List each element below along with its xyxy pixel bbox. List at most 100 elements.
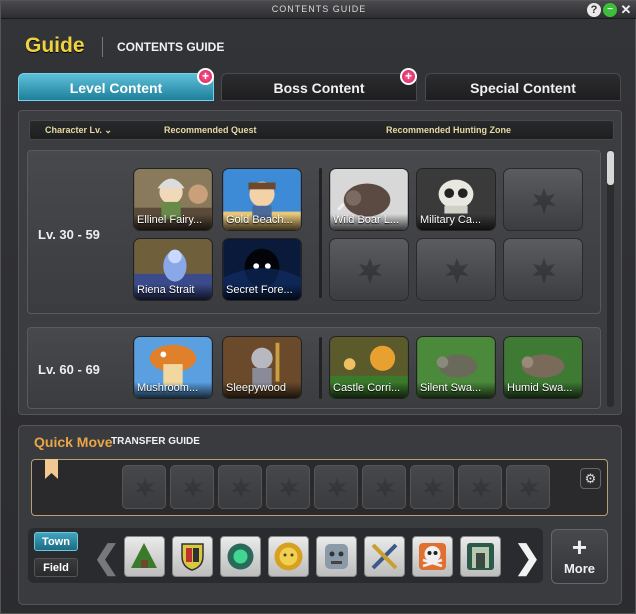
hunting-tile-empty bbox=[329, 238, 409, 301]
town-shortcut[interactable] bbox=[460, 536, 501, 577]
hunting-tile-humid-swamp[interactable]: Humid Swa... bbox=[503, 336, 583, 399]
column-character-level[interactable]: Character Lv. ⌄ bbox=[45, 125, 112, 136]
quest-tile-sleepywood[interactable]: Sleepywood bbox=[222, 336, 302, 399]
tab-special-content[interactable]: Special Content bbox=[425, 73, 621, 101]
sun-face-icon bbox=[274, 542, 303, 571]
quest-tile-label: Mushroom... bbox=[134, 382, 212, 398]
quick-move-title: Quick Move bbox=[34, 434, 113, 450]
quest-tile-gold-beach[interactable]: Gold Beach... bbox=[222, 168, 302, 231]
quest-tile-label: Ellinel Fairy... bbox=[134, 214, 212, 230]
hunting-tile-label: Military Ca... bbox=[417, 214, 495, 230]
transfer-slot[interactable] bbox=[122, 465, 166, 509]
maple-leaf-icon bbox=[231, 477, 251, 499]
transfer-slot[interactable] bbox=[362, 465, 406, 509]
more-button-label: More bbox=[563, 561, 596, 576]
maple-leaf-icon bbox=[532, 188, 556, 214]
transfer-slot[interactable] bbox=[266, 465, 310, 509]
town-shortcut[interactable] bbox=[268, 536, 309, 577]
column-header-bar: Character Lv. ⌄ Recommended Quest Recomm… bbox=[29, 120, 614, 140]
transfer-slot[interactable] bbox=[170, 465, 214, 509]
town-shortcut[interactable] bbox=[124, 536, 165, 577]
maple-leaf-icon bbox=[445, 258, 469, 284]
transfer-slot[interactable] bbox=[314, 465, 358, 509]
hunting-tile-empty bbox=[503, 168, 583, 231]
maple-leaf-icon bbox=[183, 477, 203, 499]
transfer-slot[interactable] bbox=[410, 465, 454, 509]
quick-move-subtitle: TRANSFER GUIDE bbox=[111, 436, 200, 447]
hunting-tile-military-camp[interactable]: Military Ca... bbox=[416, 168, 496, 231]
column-recommended-hunting-zone: Recommended Hunting Zone bbox=[386, 125, 512, 135]
chevron-down-icon: ⌄ bbox=[104, 125, 112, 135]
close-button[interactable]: ✕ bbox=[619, 3, 633, 17]
help-button[interactable]: ? bbox=[587, 3, 601, 17]
tab-boss-content[interactable]: Boss Content bbox=[221, 73, 417, 101]
quest-tile-label: Sleepywood bbox=[223, 382, 301, 398]
tab-level-content-plus-icon[interactable]: + bbox=[197, 68, 214, 85]
column-divider bbox=[319, 337, 322, 399]
town-toggle-button[interactable]: Town bbox=[34, 532, 78, 551]
plus-icon: + bbox=[571, 532, 588, 562]
maple-leaf-icon bbox=[279, 477, 299, 499]
chevron-left-icon[interactable]: ❮ bbox=[93, 541, 120, 573]
maple-leaf-icon bbox=[519, 477, 539, 499]
town-shortcut[interactable] bbox=[364, 536, 405, 577]
maple-leaf-icon bbox=[327, 477, 347, 499]
hunting-tile-label: Humid Swa... bbox=[504, 382, 582, 398]
more-button[interactable]: + More bbox=[551, 529, 608, 584]
town-shortcut[interactable] bbox=[316, 536, 357, 577]
column-divider bbox=[319, 168, 322, 298]
tab-boss-content-plus-icon[interactable]: + bbox=[400, 68, 417, 85]
quest-tile-ellinel-fairy[interactable]: Ellinel Fairy... bbox=[133, 168, 213, 231]
hunting-tile-empty bbox=[503, 238, 583, 301]
stone-face-icon bbox=[325, 544, 348, 569]
maple-leaf-icon bbox=[471, 477, 491, 499]
maple-leaf-icon bbox=[135, 477, 155, 499]
green-orb-icon bbox=[227, 543, 254, 570]
hunting-tile-label: Castle Corri... bbox=[330, 382, 408, 398]
tab-level-content[interactable]: Level Content bbox=[18, 73, 214, 101]
transfer-slot[interactable] bbox=[506, 465, 550, 509]
maple-leaf-icon bbox=[358, 258, 382, 284]
town-shortcut[interactable] bbox=[220, 536, 261, 577]
transfer-slot[interactable] bbox=[218, 465, 262, 509]
stone-gate-icon bbox=[467, 543, 494, 570]
level-range-label: Lv. 60 - 69 bbox=[38, 362, 100, 377]
guide-subtitle: CONTENTS GUIDE bbox=[117, 40, 225, 54]
tree-house-icon bbox=[131, 543, 157, 568]
hunting-tile-silent-swamp[interactable]: Silent Swa... bbox=[416, 336, 496, 399]
level-range-label: Lv. 30 - 59 bbox=[38, 227, 100, 242]
quest-tile-label: Gold Beach... bbox=[223, 214, 301, 230]
column-recommended-quest: Recommended Quest bbox=[164, 125, 257, 135]
header-divider bbox=[102, 37, 103, 57]
skull-crossbones-icon bbox=[419, 543, 446, 570]
shield-crest-icon bbox=[181, 543, 204, 571]
minimize-button[interactable]: − bbox=[603, 3, 617, 17]
hunting-tile-label: Wild Boar L... bbox=[330, 214, 408, 230]
hunting-tile-wild-boar[interactable]: Wild Boar L... bbox=[329, 168, 409, 231]
crossed-tools-icon bbox=[371, 543, 398, 570]
gear-icon[interactable]: ⚙ bbox=[580, 468, 601, 489]
window-title: CONTENTS GUIDE bbox=[271, 4, 367, 14]
maple-leaf-icon bbox=[532, 258, 556, 284]
town-shortcut[interactable] bbox=[412, 536, 453, 577]
town-shortcut[interactable] bbox=[172, 536, 213, 577]
guide-title: Guide bbox=[25, 34, 85, 57]
quest-tile-secret-forest[interactable]: Secret Fore... bbox=[222, 238, 302, 301]
contents-guide-window: CONTENTS GUIDE ? − ✕ Guide CONTENTS GUID… bbox=[0, 0, 636, 614]
maple-leaf-icon bbox=[375, 477, 395, 499]
quest-tile-label: Riena Strait bbox=[134, 284, 212, 300]
content-scrollbar[interactable] bbox=[607, 150, 614, 407]
title-bar[interactable]: CONTENTS GUIDE ? − ✕ bbox=[1, 1, 636, 19]
chevron-right-icon[interactable]: ❯ bbox=[514, 541, 541, 573]
field-toggle-button[interactable]: Field bbox=[34, 558, 78, 577]
content-scrollbar-thumb[interactable] bbox=[607, 151, 614, 185]
hunting-tile-empty bbox=[416, 238, 496, 301]
bookmark-icon bbox=[45, 459, 58, 479]
transfer-slot[interactable] bbox=[458, 465, 502, 509]
quest-tile-mushroom[interactable]: Mushroom... bbox=[133, 336, 213, 399]
maple-leaf-icon bbox=[423, 477, 443, 499]
quest-tile-riena-strait[interactable]: Riena Strait bbox=[133, 238, 213, 301]
quest-tile-label: Secret Fore... bbox=[223, 284, 301, 300]
hunting-tile-label: Silent Swa... bbox=[417, 382, 495, 398]
hunting-tile-castle-corridor[interactable]: Castle Corri... bbox=[329, 336, 409, 399]
